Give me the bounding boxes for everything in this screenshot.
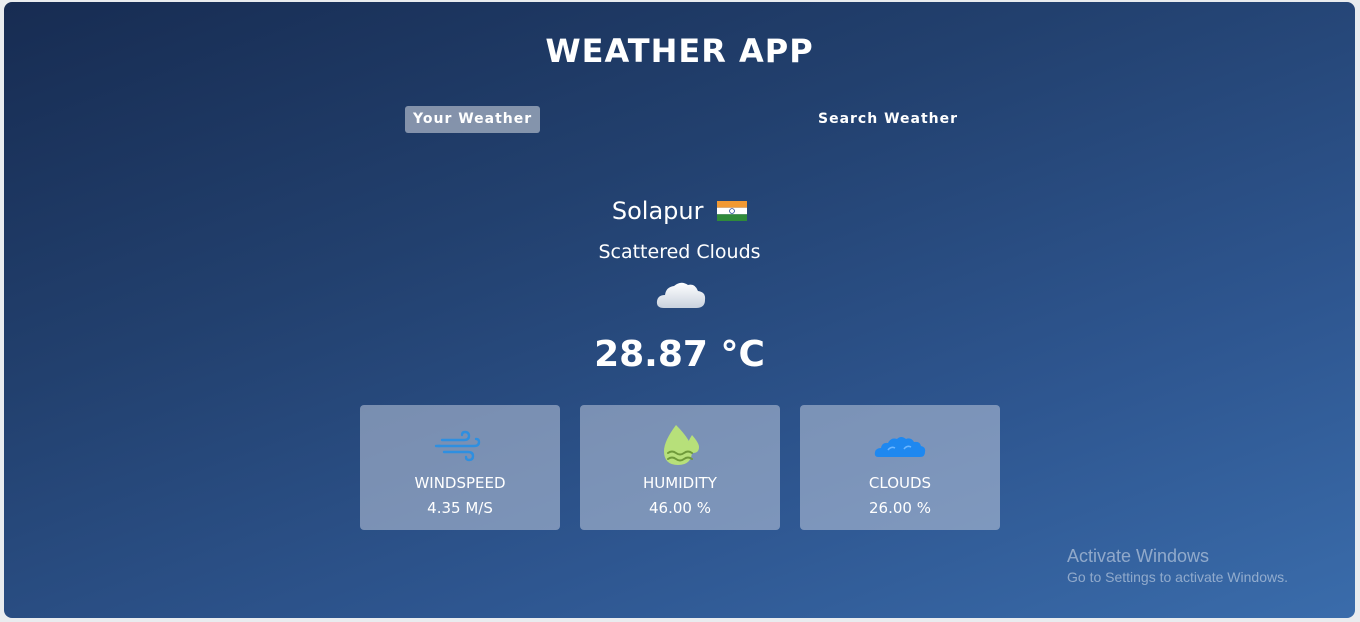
clouds-value: 26.00 %	[869, 499, 931, 517]
humidity-icon	[664, 425, 699, 465]
weather-app-container: WEATHER APP Your Weather Search Weather …	[4, 2, 1355, 618]
tab-search-weather[interactable]: Search Weather	[810, 106, 966, 133]
india-flag-icon	[717, 201, 748, 221]
windspeed-label: WINDSPEED	[414, 474, 506, 492]
clouds-icon	[874, 437, 926, 457]
watermark-subtitle: Go to Settings to activate Windows.	[1067, 569, 1288, 585]
wind-icon	[434, 430, 481, 462]
location: Solapur	[4, 197, 1355, 225]
humidity-card: HUMIDITY 46.00 %	[580, 405, 780, 530]
windspeed-card: WINDSPEED 4.35 M/S	[360, 405, 560, 530]
clouds-label: CLOUDS	[868, 474, 932, 492]
weather-description: Scattered Clouds	[598, 241, 761, 263]
humidity-label: HUMIDITY	[643, 474, 717, 492]
tab-bar: Your Weather Search Weather	[4, 106, 1355, 136]
watermark-title: Activate Windows	[1067, 546, 1210, 566]
temperature: 28.87 °C	[594, 334, 765, 375]
stats-cards: WINDSPEED 4.35 M/S HUMIDITY 46.00 % CLOU…	[360, 405, 1000, 530]
activate-windows-watermark: Activate Windows Go to Settings to activ…	[1067, 546, 1288, 585]
tab-your-weather[interactable]: Your Weather	[405, 106, 541, 133]
cloud-icon	[656, 282, 706, 308]
city-name: Solapur	[611, 197, 704, 225]
app-title: WEATHER APP	[545, 32, 814, 70]
clouds-card: CLOUDS 26.00 %	[800, 405, 1000, 530]
humidity-value: 46.00 %	[649, 499, 711, 517]
windspeed-value: 4.35 M/S	[427, 499, 493, 517]
